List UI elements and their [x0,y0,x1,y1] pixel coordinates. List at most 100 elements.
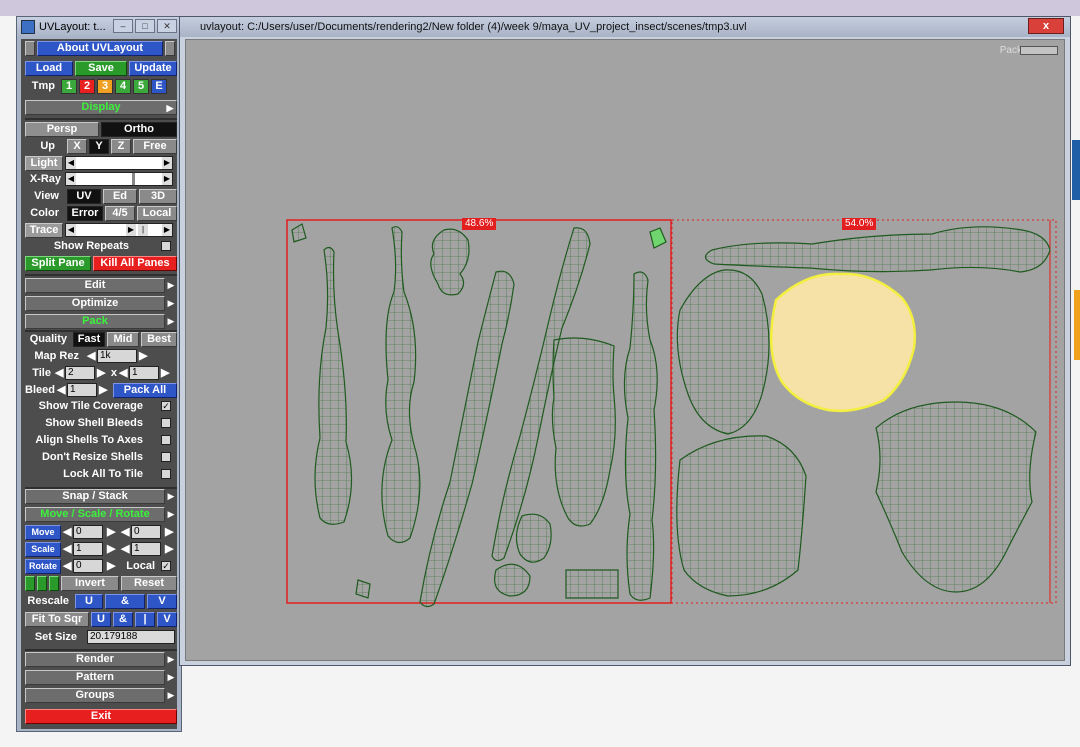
rescale-u-button[interactable]: U [75,594,103,609]
snap-stack-section-header[interactable]: Snap / Stack [25,489,165,504]
decrease-arrow-icon[interactable]: ◀ [63,525,71,540]
tmp-slot-e-button[interactable]: E [151,79,167,94]
increase-arrow-icon[interactable]: ▶ [161,366,169,381]
tile-x-field[interactable]: 2 [65,366,95,380]
up-y-button[interactable]: Y [89,139,109,154]
quality-fast-button[interactable]: Fast [73,332,105,347]
view-uv-button[interactable]: UV [67,189,101,204]
split-pane-button[interactable]: Split Pane [25,256,91,271]
optimize-section-header[interactable]: Optimize [25,296,165,311]
panel-left-handle[interactable] [25,41,35,56]
about-uvlayout-button[interactable]: About UVLayout [37,41,163,56]
increase-arrow-icon[interactable]: ▶ [107,559,115,574]
minimize-button[interactable]: – [113,19,133,33]
rescale-v-button[interactable]: V [147,594,177,609]
close-viewport-button[interactable]: x [1028,18,1064,34]
slider-right-arrow-icon[interactable]: ▶ [162,173,172,185]
move-v-field[interactable]: 0 [131,525,161,539]
edit-section-header[interactable]: Edit [25,278,165,293]
rotate-button[interactable]: Rotate [25,559,61,574]
groups-section-header[interactable]: Groups [25,688,165,703]
swatch-button[interactable] [25,576,35,591]
trace-slider[interactable]: ◀ ▶ | ▶ [65,223,173,237]
uv-shell[interactable] [676,435,807,597]
pack-option-checkbox[interactable] [161,435,171,445]
slider-right-arrow-icon[interactable]: ▶ [126,224,136,236]
uv-shell[interactable] [515,513,552,563]
quality-best-button[interactable]: Best [141,332,177,347]
swatch-button[interactable] [49,576,59,591]
slider-right-arrow-icon[interactable]: ▶ [162,157,172,169]
decrease-arrow-icon[interactable]: ◀ [55,366,63,381]
slider-left-arrow-icon[interactable]: ◀ [66,157,76,169]
increase-arrow-icon[interactable]: ▶ [139,349,147,364]
xray-slider[interactable]: ◀ ▶ [65,172,173,186]
rescale-uv-button[interactable]: & [105,594,145,609]
color-error-button[interactable]: Error [67,206,103,221]
up-x-button[interactable]: X [67,139,87,154]
decrease-arrow-icon[interactable]: ◀ [121,525,129,540]
pack-option-row[interactable]: Don't Resize Shells [25,450,177,466]
tmp-slot-2-button[interactable]: 2 [79,79,95,94]
maximize-button[interactable]: □ [135,19,155,33]
move-scale-rotate-section-header[interactable]: Move / Scale / Rotate [25,507,165,522]
scale-button[interactable]: Scale [25,542,61,557]
uv-shell[interactable] [565,569,619,599]
viewport-titlebar[interactable]: uvlayout: C:/Users/user/Documents/render… [180,17,1070,37]
render-section-header[interactable]: Render [25,652,165,667]
light-button[interactable]: Light [25,156,63,171]
pack-option-checkbox[interactable] [161,469,171,479]
ortho-button[interactable]: Ortho [101,122,177,137]
pack-option-row[interactable]: Show Shell Bleeds [25,416,177,432]
tile-y-field[interactable]: 1 [129,366,159,380]
bleed-field[interactable]: 1 [67,383,97,397]
move-u-field[interactable]: 0 [73,525,103,539]
decrease-arrow-icon[interactable]: ◀ [87,349,95,364]
tmp-slot-3-button[interactable]: 3 [97,79,113,94]
decrease-arrow-icon[interactable]: ◀ [63,542,71,557]
quality-mid-button[interactable]: Mid [107,332,139,347]
swatch-button[interactable] [37,576,47,591]
uv-viewport[interactable]: Pack 48.6% 54.0% [185,39,1065,661]
decrease-arrow-icon[interactable]: ◀ [63,559,71,574]
uv-shell[interactable] [355,579,371,599]
scale-u-field[interactable]: 1 [73,542,103,556]
up-z-button[interactable]: Z [111,139,131,154]
fit-to-sqr-button[interactable]: Fit To Sqr [25,612,89,627]
view-3d-button[interactable]: 3D [139,189,177,204]
trace-button[interactable]: Trace [25,223,63,238]
uv-shell[interactable] [623,271,658,601]
decrease-arrow-icon[interactable]: ◀ [121,542,129,557]
save-button[interactable]: Save [75,61,127,76]
increase-arrow-icon[interactable]: ▶ [107,525,115,540]
tmp-slot-5-button[interactable]: 5 [133,79,149,94]
uv-shell[interactable] [381,226,421,544]
pack-option-checkbox[interactable]: ✓ [161,401,171,411]
pack-option-checkbox[interactable] [161,452,171,462]
increase-arrow-icon[interactable]: ▶ [107,542,115,557]
load-button[interactable]: Load [25,61,73,76]
tmp-slot-4-button[interactable]: 4 [115,79,131,94]
slider-left-arrow-icon[interactable]: ◀ [66,224,76,236]
show-repeats-checkbox[interactable] [161,241,171,251]
increase-arrow-icon[interactable]: ▶ [99,383,107,398]
color-45-button[interactable]: 4/5 [105,206,135,221]
local-checkbox[interactable]: ✓ [161,561,171,571]
uv-shell[interactable] [494,563,531,597]
decrease-arrow-icon[interactable]: ◀ [119,366,127,381]
fit-uv-button[interactable]: & [113,612,133,627]
uv-shell[interactable] [430,228,470,296]
increase-arrow-icon[interactable]: ▶ [97,366,105,381]
map-rez-field[interactable]: 1k [97,349,137,363]
fit-v-button[interactable]: V [157,612,177,627]
fit-u-button[interactable]: U [91,612,111,627]
display-section-header[interactable]: Display ▶ [25,100,177,115]
close-panel-button[interactable]: ✕ [157,19,177,33]
uv-shell-selected-small[interactable] [649,227,667,249]
panel-titlebar[interactable]: UVLayout: t... – □ ✕ [17,17,181,37]
move-button[interactable]: Move [25,525,61,540]
uv-shell[interactable] [676,269,770,435]
up-free-button[interactable]: Free [133,139,177,154]
rotate-field[interactable]: 0 [73,559,103,573]
increase-arrow-icon[interactable]: ▶ [165,525,173,540]
